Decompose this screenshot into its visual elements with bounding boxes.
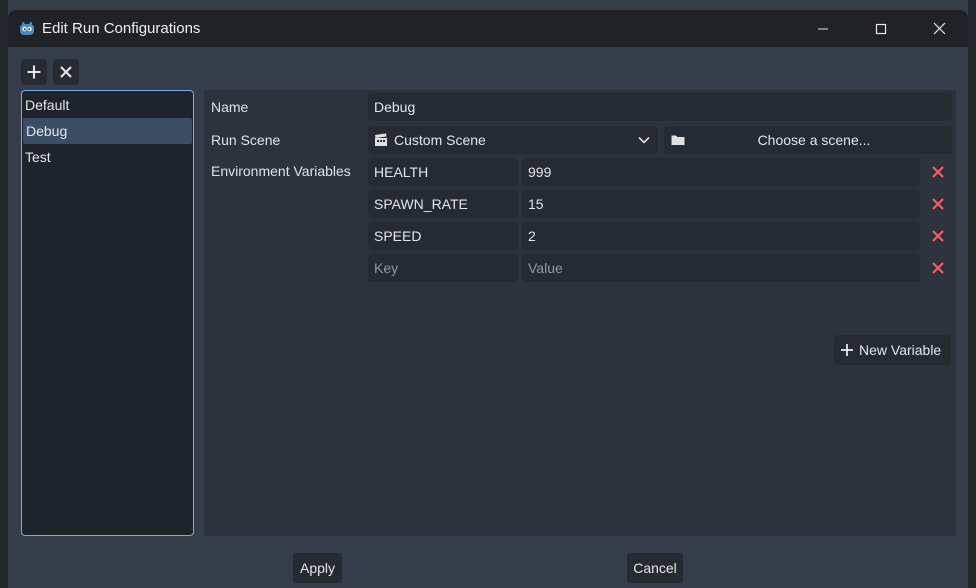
delete-variable-button[interactable] xyxy=(924,254,952,282)
delete-variable-button[interactable] xyxy=(924,190,952,218)
delete-variable-button[interactable] xyxy=(924,222,952,250)
window-title: Edit Run Configurations xyxy=(42,20,201,37)
close-icon xyxy=(60,66,72,78)
name-input[interactable]: Debug xyxy=(368,93,952,121)
background-editor-left xyxy=(0,0,8,588)
config-item-test[interactable]: Test xyxy=(22,144,193,170)
run-scene-label: Run Scene xyxy=(211,132,281,148)
env-value-input[interactable]: 15 xyxy=(522,190,920,218)
apply-button[interactable]: Apply xyxy=(293,553,342,583)
config-item-default[interactable]: Default xyxy=(22,92,193,118)
new-variable-button[interactable]: New Variable xyxy=(834,335,951,365)
chevron-down-icon xyxy=(638,126,650,154)
maximize-button[interactable] xyxy=(852,10,910,47)
close-icon xyxy=(932,198,944,210)
run-scene-value: Custom Scene xyxy=(394,132,486,148)
minimize-icon xyxy=(818,28,828,29)
close-icon xyxy=(932,166,944,178)
env-key-input[interactable]: SPEED xyxy=(368,222,518,250)
title-bar[interactable]: Edit Run Configurations xyxy=(8,10,968,47)
config-item-debug[interactable]: Debug xyxy=(23,118,192,144)
name-label: Name xyxy=(211,99,249,115)
new-variable-label: New Variable xyxy=(859,342,942,358)
env-value-input[interactable]: 2 xyxy=(522,222,920,250)
dialog-window: Edit Run Configurations Default Debug Te… xyxy=(0,0,976,588)
add-config-button[interactable] xyxy=(21,59,47,85)
plus-icon xyxy=(27,65,41,79)
env-key-input[interactable]: HEALTH xyxy=(368,158,518,186)
choose-scene-button[interactable]: Choose a scene... xyxy=(664,126,952,154)
choose-scene-label: Choose a scene... xyxy=(757,132,871,148)
new-value-input[interactable]: Value xyxy=(522,254,920,282)
config-list[interactable]: Default Debug Test xyxy=(21,90,194,536)
delete-variable-button[interactable] xyxy=(924,158,952,186)
new-key-input[interactable]: Key xyxy=(368,254,518,282)
plus-icon xyxy=(841,344,853,356)
close-icon xyxy=(932,230,944,242)
background-editor-right xyxy=(968,0,976,588)
window-controls xyxy=(794,10,968,47)
clapperboard-icon xyxy=(375,133,387,146)
maximize-icon xyxy=(875,23,887,34)
env-vars-label: Environment Variables xyxy=(211,163,351,179)
minimize-button[interactable] xyxy=(794,10,852,47)
dialog-body: Default Debug Test Name Debug Run Scene … xyxy=(8,47,968,588)
close-window-button[interactable] xyxy=(910,10,968,47)
cancel-button[interactable]: Cancel xyxy=(627,553,683,583)
config-editor-panel: Name Debug Run Scene Custom Scene Choose… xyxy=(204,90,956,536)
close-icon xyxy=(932,262,944,274)
run-scene-dropdown[interactable]: Custom Scene xyxy=(368,126,658,154)
remove-config-button[interactable] xyxy=(53,59,79,85)
env-value-input[interactable]: 999 xyxy=(522,158,920,186)
godot-icon xyxy=(18,20,36,38)
close-icon xyxy=(933,22,945,35)
env-key-input[interactable]: SPAWN_RATE xyxy=(368,190,518,218)
